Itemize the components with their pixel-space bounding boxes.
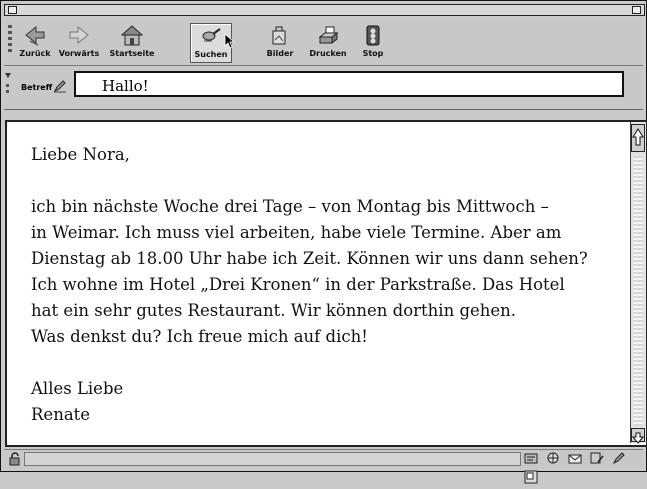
window-resize-icon[interactable] bbox=[632, 6, 641, 14]
images-label: Bilder bbox=[266, 49, 294, 58]
toolbar-grip-icon[interactable] bbox=[6, 23, 14, 63]
subject-row: Betreff Hallo! bbox=[4, 67, 643, 110]
arrow-left-icon bbox=[25, 25, 45, 46]
vertical-scrollbar[interactable] bbox=[630, 122, 646, 444]
message-line: ich bin nächste Woche drei Tage – von Mo… bbox=[31, 197, 549, 216]
forward-label: Vorwärts bbox=[58, 49, 100, 58]
message-text: Liebe Nora, ich bin nächste Woche drei T… bbox=[31, 142, 621, 428]
status-icons bbox=[524, 451, 643, 484]
print-button[interactable]: Drucken bbox=[308, 23, 348, 61]
message-body[interactable]: Liebe Nora, ich bin nächste Woche drei T… bbox=[5, 120, 647, 447]
activity-icon[interactable] bbox=[546, 451, 560, 465]
subject-grip-icon[interactable] bbox=[5, 71, 11, 101]
images-icon bbox=[272, 26, 286, 45]
subject-label: Betreff bbox=[21, 83, 53, 92]
scroll-up-button[interactable] bbox=[631, 124, 645, 152]
search-label: Suchen bbox=[194, 50, 228, 59]
title-bar bbox=[4, 4, 645, 16]
house-icon bbox=[120, 25, 144, 46]
browser-window: Zurück Vorwärts Startseite Suchen Bilder… bbox=[0, 0, 647, 484]
mail-icon[interactable] bbox=[568, 451, 582, 465]
message-line: Dienstag ab 18.00 Uhr habe ich Zeit. Kön… bbox=[31, 249, 588, 268]
lock-icon[interactable] bbox=[8, 452, 22, 466]
message-line: Was denkst du? Ich freue mich auf dich! bbox=[31, 327, 368, 346]
signature: Renate bbox=[31, 405, 91, 424]
network-icon[interactable] bbox=[524, 451, 538, 465]
closing: Alles Liebe bbox=[31, 379, 124, 398]
window-corner-icon[interactable] bbox=[524, 470, 538, 484]
message-line: Ich wohne im Hotel „Drei Kronen“ in der … bbox=[31, 275, 565, 294]
forward-button[interactable]: Vorwärts bbox=[57, 23, 101, 61]
cursor-icon bbox=[224, 33, 236, 49]
stop-label: Stop bbox=[362, 49, 384, 58]
magnifier-icon bbox=[202, 28, 221, 42]
scroll-track[interactable] bbox=[633, 156, 643, 426]
message-line: in Weimar. Ich muss viel arbeiten, habe … bbox=[31, 223, 562, 242]
print-label: Drucken bbox=[309, 49, 347, 58]
composer-icon[interactable] bbox=[590, 451, 604, 465]
greeting: Liebe Nora, bbox=[31, 145, 130, 164]
back-button[interactable]: Zurück bbox=[18, 23, 52, 61]
pen-icon bbox=[53, 80, 66, 93]
home-label: Startseite bbox=[109, 49, 155, 58]
stop-icon bbox=[366, 25, 380, 46]
toolbar: Zurück Vorwärts Startseite Suchen Bilder… bbox=[4, 19, 643, 66]
status-text-field bbox=[24, 452, 521, 466]
home-button[interactable]: Startseite bbox=[108, 23, 156, 61]
arrow-down-icon bbox=[631, 432, 645, 444]
arrow-right-icon bbox=[69, 25, 89, 45]
subject-input[interactable]: Hallo! bbox=[74, 71, 624, 97]
window-menu-icon[interactable] bbox=[8, 6, 17, 14]
stop-button[interactable]: Stop bbox=[359, 23, 387, 61]
scroll-down-button[interactable] bbox=[631, 428, 645, 444]
arrow-up-icon bbox=[632, 128, 644, 146]
back-label: Zurück bbox=[19, 49, 51, 58]
edit-icon[interactable] bbox=[612, 451, 626, 465]
images-button[interactable]: Bilder bbox=[264, 23, 296, 61]
message-line: hat ein sehr gutes Restaurant. Wir könne… bbox=[31, 301, 517, 320]
status-bar bbox=[4, 449, 643, 484]
printer-icon bbox=[318, 26, 339, 45]
